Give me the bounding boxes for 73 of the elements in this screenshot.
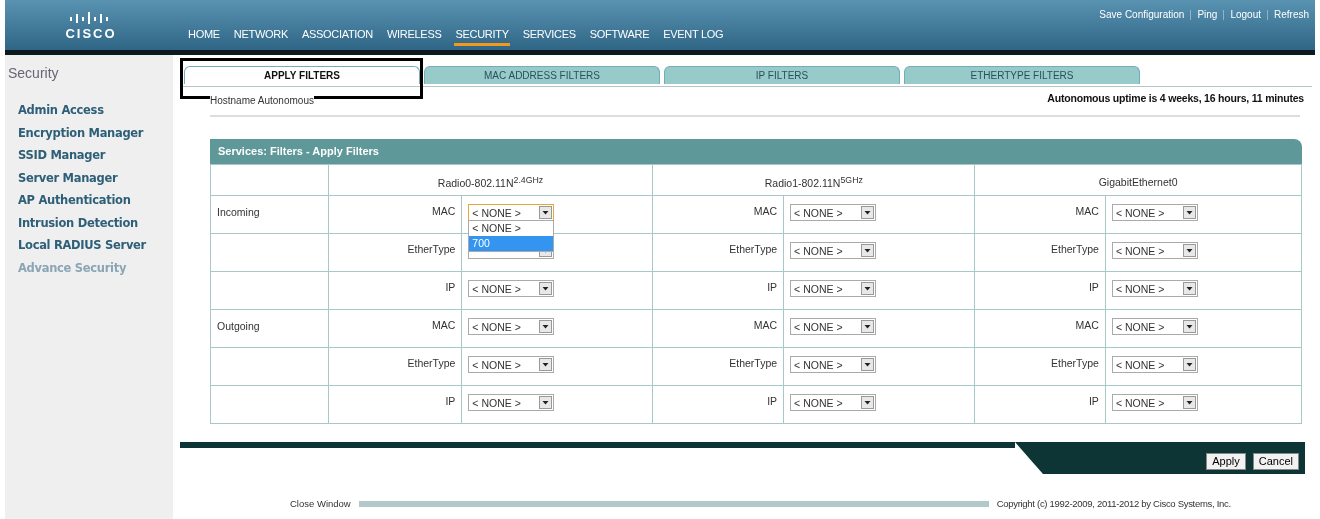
filter-select[interactable]: < NONE >: [790, 204, 877, 221]
filter-label: IP: [1088, 281, 1099, 293]
nav-item[interactable]: SERVICES: [521, 28, 577, 46]
dropdown-option[interactable]: 700: [469, 236, 554, 251]
filter-select[interactable]: < NONE >: [790, 356, 877, 373]
nav-item[interactable]: ASSOCIATION: [300, 28, 374, 46]
tab[interactable]: APPLY FILTERS: [184, 66, 420, 84]
logo-text: CISCO: [65, 26, 117, 41]
sidebar-item[interactable]: AP Authentication: [8, 189, 173, 212]
filter-label: IP: [767, 395, 778, 407]
sidebar-item[interactable]: Local RADIUS Server: [8, 234, 173, 257]
filter-select[interactable]: < NONE >: [1111, 356, 1198, 373]
direction-label: Outgoing: [217, 320, 260, 332]
filter-select[interactable]: < NONE >: [1111, 280, 1198, 297]
action-button[interactable]: Cancel: [1252, 452, 1299, 470]
copyright-text: Copyright (c) 1992-2009, 2011-2012 by Cisco Systems, Inc.: [996, 498, 1231, 509]
filter-select[interactable]: < NONE >: [1111, 204, 1198, 221]
close-window-link[interactable]: Close Window: [290, 498, 351, 509]
filter-label: EtherType: [407, 357, 456, 369]
nav-item[interactable]: SOFTWARE: [588, 28, 651, 46]
nav-item[interactable]: NETWORK: [232, 28, 289, 46]
filter-select[interactable]: < NONE >: [468, 318, 555, 335]
tab[interactable]: IP FILTERS: [664, 66, 900, 84]
filter-label: MAC: [432, 205, 456, 217]
action-button[interactable]: Apply: [1206, 452, 1246, 470]
top-link[interactable]: Ping: [1197, 9, 1218, 20]
top-link[interactable]: Logout: [1230, 9, 1261, 20]
top-link[interactable]: Save Configuration: [1099, 9, 1185, 20]
filter-label: MAC: [1075, 205, 1099, 217]
filter-select[interactable]: < NONE >: [468, 356, 555, 373]
filter-select[interactable]: < NONE >: [468, 394, 555, 411]
filter-label: EtherType: [407, 243, 456, 255]
filter-label: IP: [445, 281, 456, 293]
filter-select[interactable]: < NONE >: [790, 318, 877, 335]
filter-select[interactable]: < NONE >: [468, 280, 555, 297]
sidebar-item[interactable]: Admin Access: [8, 99, 173, 122]
sidebar-title: Security: [8, 65, 60, 81]
nav-item[interactable]: SECURITY: [454, 28, 510, 46]
column-header: GigabitEthernet0: [1098, 176, 1178, 188]
filter-label: MAC: [753, 205, 778, 217]
sidebar-item[interactable]: Encryption Manager: [8, 121, 173, 144]
filter-label: EtherType: [729, 357, 778, 369]
filter-label: EtherType: [1051, 357, 1099, 369]
sidebar-item[interactable]: Intrusion Detection: [8, 211, 173, 234]
filter-label: IP: [1088, 395, 1099, 407]
filter-select[interactable]: < NONE >: [1111, 242, 1198, 259]
nav-item[interactable]: HOME: [187, 28, 221, 46]
direction-label: Incoming: [217, 206, 260, 218]
filter-select[interactable]: < NONE >: [1111, 318, 1198, 335]
hostname-text: Hostname Autonomous: [210, 94, 314, 106]
panel-title: Services: Filters - Apply Filters: [210, 139, 1302, 164]
column-header: Radio1-802.11N$^{5GHz}$: [764, 177, 863, 190]
filter-select[interactable]: < NONE >: [1111, 394, 1198, 411]
nav-item[interactable]: WIRELESS: [386, 28, 443, 46]
column-header: Radio0-802.11N$^{2.4GHz}$: [437, 177, 544, 190]
nav-item[interactable]: EVENT LOG: [662, 28, 725, 46]
uptime-text: Autonomous uptime is 4 weeks, 16 hours, 11 minutes: [1047, 92, 1304, 104]
sidebar-item[interactable]: Server Manager: [8, 166, 173, 189]
filter-label: MAC: [753, 319, 778, 331]
filter-label: MAC: [1075, 319, 1099, 331]
filter-label: EtherType: [729, 243, 778, 255]
filter-label: MAC: [432, 319, 456, 331]
filter-select[interactable]: < NONE >: [790, 280, 877, 297]
tab[interactable]: MAC ADDRESS FILTERS: [424, 66, 660, 84]
top-link[interactable]: Refresh: [1274, 9, 1309, 20]
tab[interactable]: ETHERTYPE FILTERS: [904, 66, 1140, 84]
filter-label: IP: [445, 395, 456, 407]
sidebar-item[interactable]: SSID Manager: [8, 144, 173, 167]
filter-label: EtherType: [1051, 243, 1099, 255]
filter-select[interactable]: < NONE >: [790, 394, 877, 411]
dropdown-option[interactable]: < NONE >: [469, 221, 554, 236]
filter-label: IP: [767, 281, 778, 293]
filter-select[interactable]: < NONE >: [790, 242, 877, 259]
